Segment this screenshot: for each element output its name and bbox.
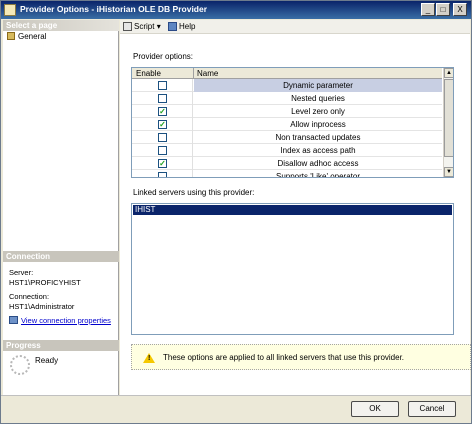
enable-checkbox[interactable]	[158, 133, 167, 142]
enable-cell	[132, 144, 193, 157]
enable-checkbox[interactable]: ✓	[158, 159, 167, 168]
column-header-name[interactable]: Name	[197, 69, 218, 78]
connection-properties-icon	[9, 316, 18, 324]
enable-checkbox[interactable]	[158, 146, 167, 155]
maximize-button[interactable]: □	[436, 3, 450, 16]
enable-checkbox[interactable]: ✓	[158, 107, 167, 116]
view-connection-properties-link[interactable]: View connection properties	[9, 316, 111, 325]
grid-row[interactable]: Dynamic parameter	[132, 79, 442, 92]
scroll-up-icon[interactable]: ▲	[444, 68, 453, 78]
info-text: These options are applied to all linked …	[163, 353, 405, 362]
grid-row[interactable]: Non transacted updates	[132, 131, 442, 144]
provider-options-dialog: Provider Options - iHistorian OLE DB Pro…	[0, 0, 472, 424]
server-label: Server:	[9, 268, 34, 277]
chevron-down-icon[interactable]: ▾	[157, 22, 161, 31]
grid-row[interactable]: Supports 'Like' operator	[132, 170, 442, 178]
connection-header: Connection	[3, 251, 119, 262]
option-name: Index as access path	[280, 146, 356, 155]
enable-checkbox[interactable]	[158, 94, 167, 103]
left-pane: Select a page General Connection Server:…	[3, 20, 119, 395]
option-name: Supports 'Like' operator	[276, 172, 360, 178]
enable-cell	[132, 92, 193, 105]
progress-header: Progress	[3, 340, 119, 351]
script-label: Script	[134, 22, 155, 31]
grid-header: Enable Name	[132, 68, 442, 79]
option-name: Dynamic parameter	[194, 79, 442, 92]
connection-value: HST1\Administrator	[9, 302, 75, 311]
close-button[interactable]: X	[453, 3, 467, 16]
info-bar: ! These options are applied to all linke…	[131, 344, 471, 370]
progress-spinner-icon	[10, 355, 30, 375]
enable-cell: ✓	[132, 157, 193, 170]
option-name: Non transacted updates	[275, 133, 361, 142]
enable-checkbox[interactable]	[158, 172, 167, 177]
enable-cell: ✓	[132, 105, 193, 118]
window-title: Provider Options - iHistorian OLE DB Pro…	[20, 4, 208, 14]
right-pane: Script ▾ Help Provider options: Enable N…	[120, 20, 471, 395]
enable-checkbox[interactable]	[158, 81, 167, 90]
column-header-enable[interactable]: Enable	[136, 69, 161, 78]
select-page-header: Select a page	[3, 20, 119, 31]
option-name: Disallow adhoc access	[277, 159, 359, 168]
enable-cell	[132, 79, 193, 92]
nav-item-label: General	[18, 32, 47, 41]
cancel-button[interactable]: Cancel	[408, 401, 456, 417]
minimize-button[interactable]: _	[421, 3, 435, 16]
title-bar[interactable]: Provider Options - iHistorian OLE DB Pro…	[1, 1, 471, 19]
ok-button[interactable]: OK	[351, 401, 399, 417]
option-name: Allow inprocess	[290, 120, 346, 129]
progress-status: Ready	[35, 356, 59, 365]
view-connection-properties-label: View connection properties	[21, 316, 111, 325]
column-divider[interactable]	[193, 68, 194, 79]
enable-checkbox[interactable]: ✓	[158, 120, 167, 129]
nav-item-general[interactable]: General	[7, 31, 115, 42]
provider-options-grid: Enable Name Dynamic parameter Nested que…	[131, 67, 454, 178]
grid-row[interactable]: Nested queries	[132, 92, 442, 105]
linked-servers-label: Linked servers using this provider:	[133, 188, 255, 197]
grid-row[interactable]: Index as access path	[132, 144, 442, 157]
script-button[interactable]: Script ▾	[123, 20, 161, 33]
app-icon	[4, 4, 16, 16]
grid-row[interactable]: ✓ Disallow adhoc access	[132, 157, 442, 170]
option-name: Nested queries	[291, 94, 345, 103]
help-label: Help	[179, 22, 196, 31]
option-name: Level zero only	[291, 107, 345, 116]
grid-row[interactable]: ✓ Allow inprocess	[132, 118, 442, 131]
toolbar-divider	[120, 33, 470, 34]
scroll-thumb[interactable]	[444, 79, 453, 157]
warning-mark: !	[148, 355, 151, 362]
toolbar: Script ▾ Help	[120, 20, 470, 33]
button-bar: OK Cancel	[1, 395, 471, 423]
scroll-down-icon[interactable]: ▼	[444, 167, 453, 177]
help-button[interactable]: Help	[168, 20, 195, 33]
grid-scrollbar[interactable]: ▲ ▼	[443, 68, 453, 177]
enable-cell: ✓	[132, 118, 193, 131]
grid-row[interactable]: ✓ Level zero only	[132, 105, 442, 118]
provider-options-label: Provider options:	[133, 52, 194, 61]
script-icon	[123, 22, 132, 31]
enable-cell	[132, 131, 193, 144]
linked-servers-list[interactable]: IHIST	[131, 203, 454, 335]
page-icon	[7, 32, 15, 40]
list-item[interactable]: IHIST	[133, 205, 452, 215]
enable-cell	[132, 170, 193, 177]
help-icon	[168, 22, 177, 31]
server-value: HST1\PROFICYHIST	[9, 278, 81, 287]
connection-label: Connection:	[9, 292, 50, 301]
